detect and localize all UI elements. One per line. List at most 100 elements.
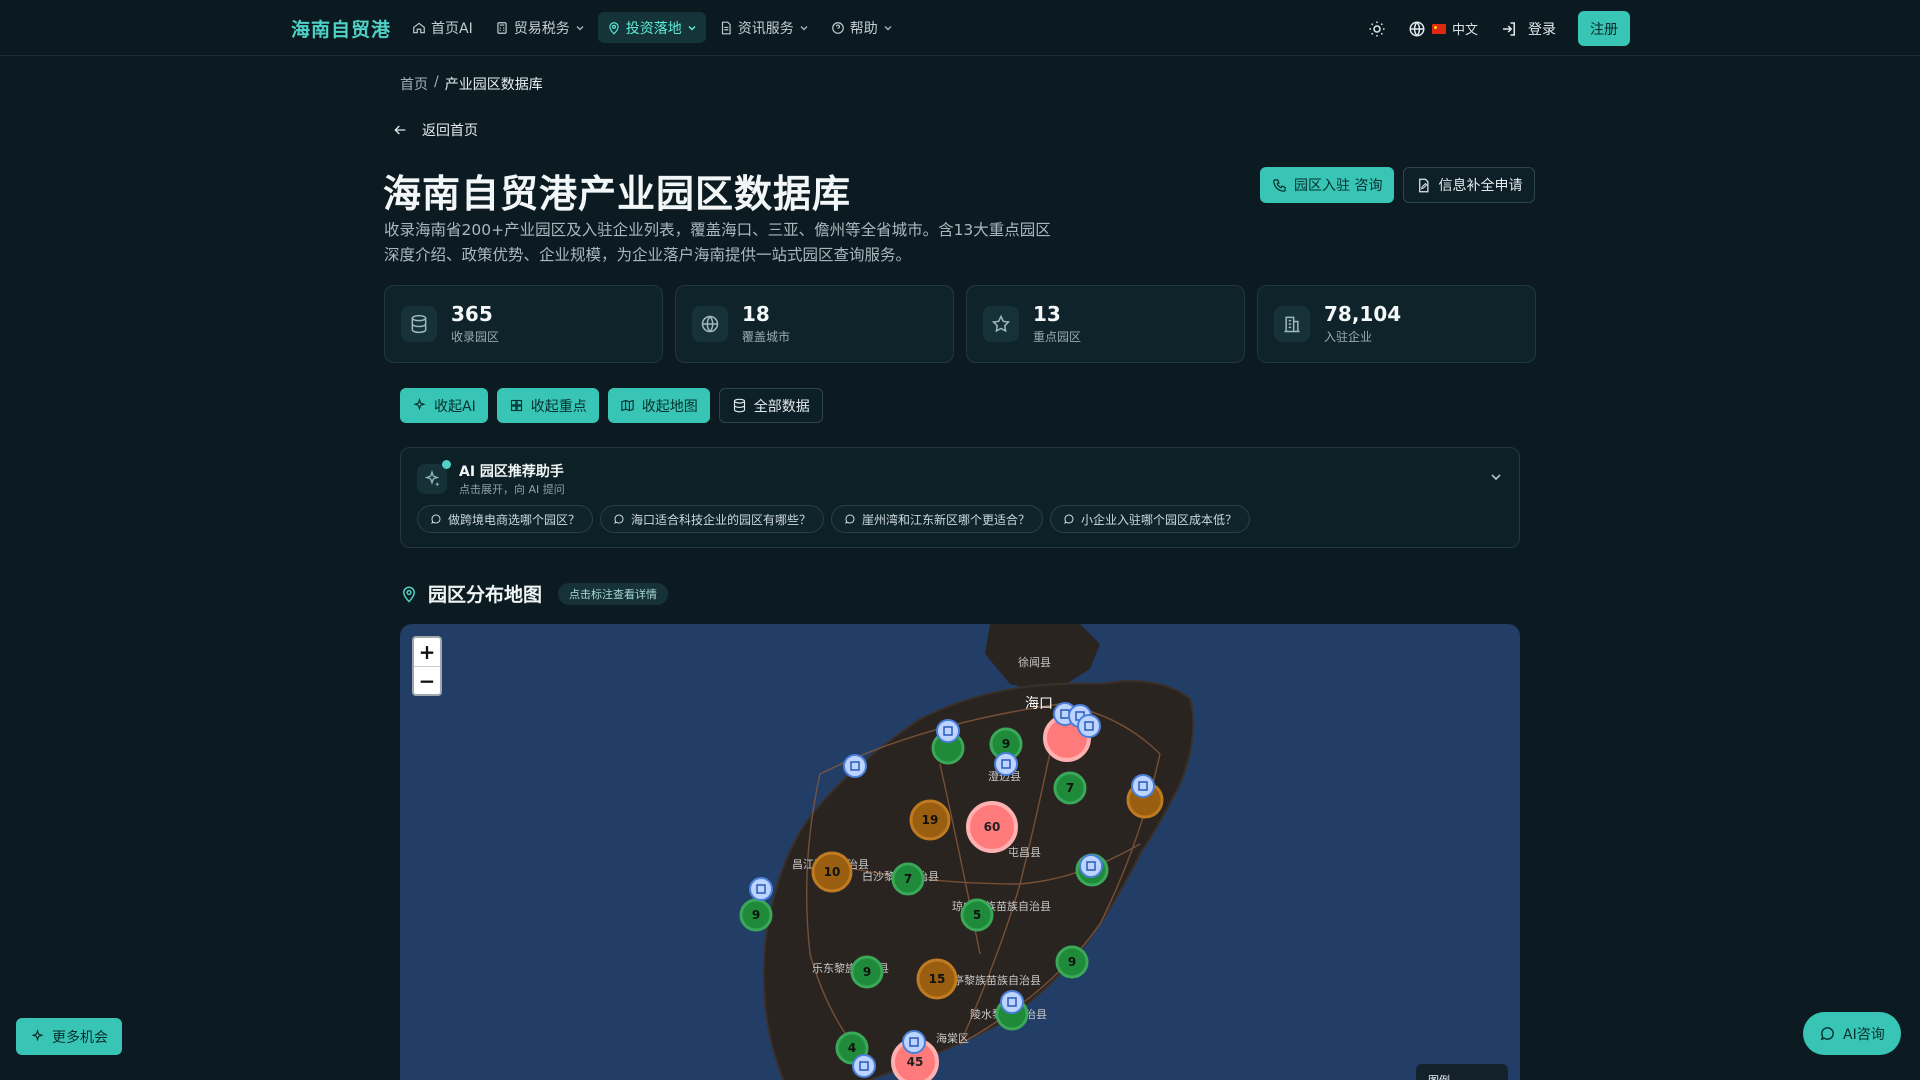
brand-logo[interactable]: 海南自贸港 bbox=[291, 15, 391, 42]
chat-bubble-icon bbox=[1064, 514, 1074, 524]
nav-home-ai[interactable]: 首页AI bbox=[403, 12, 482, 43]
chat-bubble-icon bbox=[845, 514, 855, 524]
cluster-marker[interactable]: 5 bbox=[960, 898, 994, 932]
help-circle-icon bbox=[831, 21, 844, 34]
cluster-marker[interactable]: 7 bbox=[891, 862, 925, 896]
page-description: 收录海南省200+产业园区及入驻企业列表，覆盖海口、三亚、儋州等全省城市。含13… bbox=[384, 221, 1051, 264]
cluster-marker[interactable]: 7 bbox=[1053, 771, 1087, 805]
language-label: 中文 bbox=[1451, 23, 1478, 38]
map-canvas[interactable]: 徐闻县 海口 澄迈县 屯昌县 昌江黎族自治县 白沙黎族自治县 琼中黎族苗族自治县… bbox=[400, 624, 1520, 1080]
top-navbar: 海南自贸港 首页AI 贸易税务 投资落地 资讯服务 帮助 中文 登录 注册 bbox=[0, 0, 1920, 56]
cluster-marker[interactable]: 19 bbox=[909, 799, 951, 841]
star-icon bbox=[983, 306, 1019, 342]
cluster-count: 15 bbox=[929, 972, 946, 986]
suggestion-chip[interactable]: 做跨境电商选哪个园区？ bbox=[417, 505, 594, 533]
all-data-button[interactable]: 全部数据 bbox=[718, 388, 823, 423]
breadcrumb-separator: / bbox=[434, 74, 439, 90]
ai-assistant-panel[interactable]: AI 园区推荐助手 点击展开，向 AI 提问 做跨境电商选哪个园区？ 海口适合科… bbox=[400, 447, 1520, 548]
cluster-count: 10 bbox=[824, 865, 841, 879]
nav-label: 资讯服务 bbox=[737, 20, 794, 37]
theme-sun-icon[interactable] bbox=[1368, 20, 1386, 38]
park-pin-marker[interactable] bbox=[902, 1030, 926, 1054]
park-distribution-map[interactable]: 徐闻县 海口 澄迈县 屯昌县 昌江黎族自治县 白沙黎族自治县 琼中黎族苗族自治县… bbox=[400, 624, 1520, 1080]
map-legend: 图例 bbox=[1416, 1064, 1508, 1080]
nav-label: 首页AI bbox=[431, 20, 473, 37]
map-pin-icon bbox=[609, 21, 619, 35]
map-title: 园区分布地图 bbox=[428, 584, 543, 606]
chip-label: 做跨境电商选哪个园区？ bbox=[448, 512, 581, 527]
register-button[interactable]: 注册 bbox=[1578, 11, 1630, 46]
stat-label: 重点园区 bbox=[1033, 330, 1082, 344]
park-pin-marker[interactable] bbox=[1079, 854, 1103, 878]
main-nav: 首页AI 贸易税务 投资落地 资讯服务 帮助 bbox=[403, 12, 902, 43]
cluster-count: 9 bbox=[752, 908, 760, 922]
more-opportunities-button[interactable]: 更多机会 bbox=[16, 1018, 122, 1055]
arrow-left-icon bbox=[394, 125, 406, 135]
park-pin-marker[interactable] bbox=[1000, 990, 1024, 1014]
ai-consult-button[interactable]: AI咨询 bbox=[1803, 1012, 1901, 1055]
map-icon bbox=[621, 399, 634, 412]
park-pin-marker[interactable] bbox=[843, 754, 867, 778]
park-pin-marker[interactable] bbox=[994, 752, 1018, 776]
park-pin-marker[interactable] bbox=[749, 877, 773, 901]
park-consult-button[interactable]: 园区入驻 咨询 bbox=[1260, 167, 1395, 203]
login-button[interactable]: 登录 bbox=[1500, 19, 1556, 39]
suggested-questions: 做跨境电商选哪个园区？ 海口适合科技企业的园区有哪些？ 崖州湾和江东新区哪个更适… bbox=[417, 505, 1251, 533]
suggestion-chip[interactable]: 海口适合科技企业的园区有哪些？ bbox=[600, 505, 825, 533]
place-label: 海口 bbox=[1025, 696, 1053, 712]
suggestion-chip[interactable]: 崖州湾和江东新区哪个更适合？ bbox=[831, 505, 1044, 533]
park-pin-marker[interactable] bbox=[1077, 714, 1101, 738]
title-actions: 园区入驻 咨询 信息补全申请 bbox=[1260, 167, 1536, 203]
zoom-in-button[interactable]: + bbox=[414, 638, 440, 666]
suggestion-chip[interactable]: 小企业入驻哪个园区成本低？ bbox=[1050, 505, 1251, 533]
globe-icon bbox=[1409, 21, 1425, 36]
nav-news[interactable]: 资讯服务 bbox=[710, 12, 818, 43]
cluster-marker[interactable]: 10 bbox=[811, 851, 853, 893]
header-actions: 中文 登录 注册 bbox=[1368, 11, 1630, 46]
chat-bubble-icon bbox=[431, 514, 441, 524]
file-edit-icon bbox=[1419, 178, 1429, 192]
toggle-key-parks-button[interactable]: 收起重点 bbox=[496, 388, 599, 423]
login-label: 登录 bbox=[1528, 21, 1556, 38]
cluster-marker[interactable]: 9 bbox=[1055, 945, 1089, 979]
chat-bubble-icon bbox=[614, 514, 624, 524]
login-icon bbox=[1503, 21, 1515, 36]
home-icon bbox=[413, 22, 425, 33]
nav-invest[interactable]: 投资落地 bbox=[597, 12, 706, 43]
chevron-down-icon[interactable] bbox=[1489, 470, 1503, 484]
cluster-marker[interactable]: 60 bbox=[966, 801, 1018, 853]
toggle-map-button[interactable]: 收起地图 bbox=[607, 388, 710, 423]
breadcrumb: 首页 / 产业园区数据库 bbox=[400, 74, 543, 94]
nav-trade-tax[interactable]: 贸易税务 bbox=[486, 12, 594, 43]
cluster-count: 9 bbox=[1002, 737, 1010, 751]
nav-help[interactable]: 帮助 bbox=[822, 12, 902, 43]
back-home-link[interactable]: 返回首页 bbox=[392, 120, 478, 140]
park-pin-marker[interactable] bbox=[936, 719, 960, 743]
cluster-count: 4 bbox=[848, 1041, 856, 1055]
cluster-marker[interactable]: 15 bbox=[916, 958, 958, 1000]
language-switcher[interactable]: 中文 bbox=[1408, 19, 1478, 38]
cluster-marker[interactable]: 9 bbox=[739, 898, 773, 932]
database-icon bbox=[401, 306, 437, 342]
chip-label: 海口适合科技企业的园区有哪些？ bbox=[631, 512, 812, 527]
chevron-down-icon bbox=[688, 25, 696, 31]
breadcrumb-home[interactable]: 首页 bbox=[400, 74, 428, 94]
place-label: 海棠区 bbox=[936, 1031, 969, 1045]
toggle-label: 全部数据 bbox=[753, 398, 810, 415]
cluster-count: 9 bbox=[863, 965, 871, 979]
cluster-marker[interactable]: 9 bbox=[850, 955, 884, 989]
stat-label: 收录园区 bbox=[451, 330, 500, 344]
info-supplement-button[interactable]: 信息补全申请 bbox=[1403, 167, 1536, 203]
online-status-dot bbox=[442, 460, 451, 469]
sparkles-icon bbox=[31, 1029, 44, 1042]
cluster-count: 60 bbox=[984, 820, 1001, 834]
stat-value: 78,104 bbox=[1324, 302, 1402, 326]
park-pin-marker[interactable] bbox=[852, 1054, 876, 1078]
chevron-down-icon bbox=[800, 25, 808, 31]
toggle-label: 收起AI bbox=[434, 398, 476, 415]
park-pin-marker[interactable] bbox=[1131, 774, 1155, 798]
zoom-out-button[interactable]: − bbox=[414, 666, 440, 694]
cluster-count: 45 bbox=[907, 1055, 924, 1069]
toggle-ai-button[interactable]: 收起AI bbox=[400, 388, 488, 423]
chip-label: 崖州湾和江东新区哪个更适合？ bbox=[862, 512, 1031, 527]
